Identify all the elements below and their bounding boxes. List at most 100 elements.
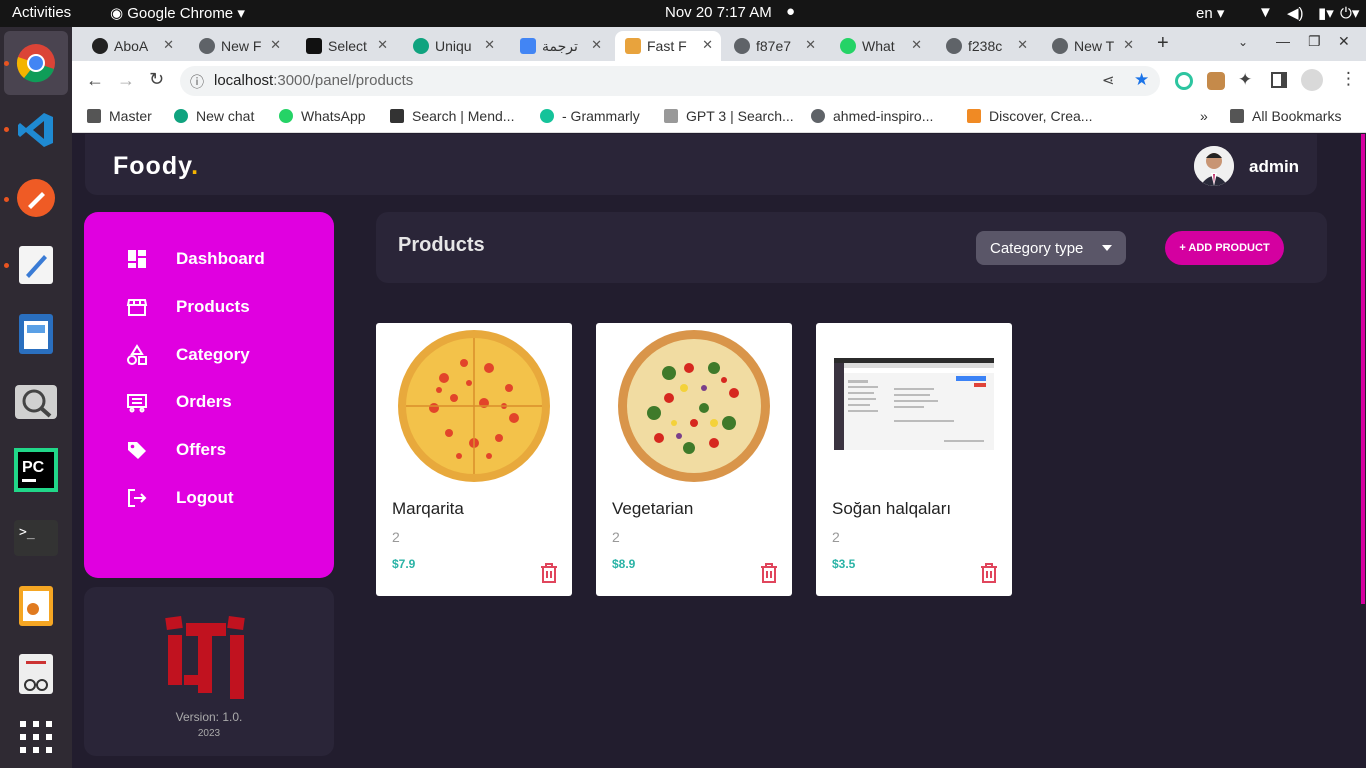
battery-icon[interactable]: ▮▾ bbox=[1318, 4, 1334, 22]
username[interactable]: admin bbox=[1249, 157, 1299, 177]
document-viewer-icon[interactable] bbox=[14, 312, 58, 356]
close-tab-icon[interactable]: ✕ bbox=[484, 37, 495, 53]
tab-search-icon[interactable]: ⌄ bbox=[1238, 35, 1248, 49]
wifi-icon[interactable]: ▼ bbox=[1258, 4, 1273, 21]
image-viewer-icon[interactable] bbox=[14, 380, 58, 424]
close-tab-icon[interactable]: ✕ bbox=[377, 37, 388, 53]
bookmark[interactable]: Search | Mend... bbox=[390, 108, 514, 124]
extensions-puzzle-icon[interactable]: ✦ bbox=[1238, 70, 1252, 90]
tab[interactable]: AboA ✕ bbox=[82, 31, 182, 61]
power-icon[interactable]: ⏻▾ bbox=[1340, 4, 1359, 22]
close-tab-icon[interactable]: ✕ bbox=[163, 37, 174, 53]
product-card[interactable]: Soğan halqaları 2 $3.5 bbox=[816, 323, 1012, 596]
running-indicator bbox=[4, 197, 9, 202]
page-scrollbar[interactable] bbox=[1360, 134, 1366, 768]
chrome-icon[interactable] bbox=[14, 41, 58, 85]
reader-icon[interactable] bbox=[14, 652, 58, 696]
tag-icon bbox=[128, 442, 146, 459]
bookmark[interactable]: ahmed-inspiro... bbox=[811, 108, 933, 124]
tab[interactable]: f238c ✕ bbox=[936, 31, 1036, 61]
sidebar-item-dashboard[interactable]: Dashboard bbox=[84, 239, 334, 279]
clock[interactable]: Nov 20 7:17 AM bbox=[665, 4, 772, 21]
forward-icon[interactable]: → bbox=[117, 70, 135, 91]
running-indicator bbox=[4, 263, 9, 268]
tab[interactable]: ترجمة ✕ bbox=[510, 31, 610, 61]
all-bookmarks[interactable]: All Bookmarks bbox=[1230, 108, 1341, 124]
extension-icon[interactable] bbox=[1175, 72, 1193, 90]
add-product-button[interactable]: + ADD PRODUCT bbox=[1165, 231, 1284, 265]
bookmark-star-icon[interactable]: ★ bbox=[1134, 70, 1149, 90]
product-card[interactable]: Vegetarian 2 $8.9 bbox=[596, 323, 792, 596]
globe-icon bbox=[811, 109, 825, 123]
profile-avatar-icon[interactable] bbox=[1301, 69, 1323, 91]
tab-active[interactable]: Fast F ✕ bbox=[615, 31, 721, 61]
version-label: Version: 1.0. bbox=[175, 710, 243, 724]
scrollbar-thumb[interactable] bbox=[1361, 134, 1365, 604]
product-quantity: 2 bbox=[612, 529, 620, 545]
close-tab-icon[interactable]: ✕ bbox=[591, 37, 602, 53]
bookmark[interactable]: New chat bbox=[174, 108, 254, 124]
product-quantity: 2 bbox=[832, 529, 840, 545]
bookmark[interactable]: GPT 3 | Search... bbox=[664, 108, 794, 124]
more-bookmarks-icon[interactable]: » bbox=[1200, 108, 1208, 124]
sidebar-item-orders[interactable]: Orders bbox=[84, 382, 334, 422]
extension-icon[interactable] bbox=[1207, 72, 1225, 90]
bookmark[interactable]: Discover, Crea... bbox=[967, 108, 1092, 124]
brand-logo[interactable]: Foody. bbox=[113, 152, 199, 181]
close-tab-icon[interactable]: ✕ bbox=[1017, 37, 1028, 53]
iti-logo bbox=[165, 615, 245, 699]
close-tab-icon[interactable]: ✕ bbox=[702, 37, 713, 53]
tab[interactable]: New F ✕ bbox=[189, 31, 289, 61]
vscode-icon[interactable] bbox=[14, 108, 58, 152]
sidebar-item-category[interactable]: Category bbox=[84, 335, 334, 375]
product-card[interactable]: Marqarita 2 $7.9 bbox=[376, 323, 572, 596]
language-indicator[interactable]: en ▾ bbox=[1196, 4, 1224, 22]
share-icon[interactable]: ⋖ bbox=[1102, 71, 1115, 89]
postman-icon[interactable] bbox=[14, 176, 58, 220]
minimize-icon[interactable]: — bbox=[1276, 33, 1290, 49]
close-tab-icon[interactable]: ✕ bbox=[270, 37, 281, 53]
show-apps-icon[interactable] bbox=[14, 715, 58, 759]
sidebar-item-offers[interactable]: Offers bbox=[84, 430, 334, 470]
activities-button[interactable]: Activities bbox=[12, 4, 71, 21]
tab[interactable]: Select ✕ bbox=[296, 31, 396, 61]
delete-icon[interactable] bbox=[980, 563, 998, 583]
app-menu[interactable]: ◉ Google Chrome ▾ bbox=[110, 4, 245, 22]
avatar[interactable] bbox=[1194, 146, 1234, 186]
maximize-icon[interactable]: ❐ bbox=[1308, 33, 1321, 50]
dock: PC >_ bbox=[0, 27, 72, 768]
reload-icon[interactable]: ↻ bbox=[149, 69, 164, 90]
sidebar-item-products[interactable]: Products bbox=[84, 287, 334, 327]
pycharm-icon[interactable]: PC bbox=[14, 448, 58, 492]
tab[interactable]: New T ✕ bbox=[1042, 31, 1142, 61]
side-panel-icon[interactable] bbox=[1271, 72, 1287, 88]
delete-icon[interactable] bbox=[540, 563, 558, 583]
new-tab-icon[interactable]: + bbox=[1157, 32, 1169, 55]
site-info-icon[interactable]: ⓘ bbox=[190, 72, 204, 92]
dashboard-icon bbox=[128, 250, 146, 268]
grammarly-icon bbox=[540, 109, 554, 123]
bookmark[interactable]: - Grammarly bbox=[540, 108, 640, 124]
tab[interactable]: What ✕ bbox=[830, 31, 930, 61]
delete-icon[interactable] bbox=[760, 563, 778, 583]
bookmark-folder[interactable]: Master bbox=[87, 108, 152, 124]
tab[interactable]: f87e7 ✕ bbox=[724, 31, 824, 61]
volume-icon[interactable]: ◀) bbox=[1287, 4, 1304, 22]
back-icon[interactable]: ← bbox=[86, 70, 104, 91]
category-type-select[interactable]: Category type bbox=[976, 231, 1126, 265]
text-editor-icon[interactable] bbox=[14, 243, 58, 287]
bookmark[interactable]: WhatsApp bbox=[279, 108, 366, 124]
address-bar[interactable]: ⓘ localhost:3000/panel/products ⋖ ★ bbox=[180, 66, 1160, 96]
close-tab-icon[interactable]: ✕ bbox=[911, 37, 922, 53]
close-window-icon[interactable]: ✕ bbox=[1338, 33, 1350, 50]
close-tab-icon[interactable]: ✕ bbox=[805, 37, 816, 53]
tab[interactable]: Uniqu ✕ bbox=[403, 31, 503, 61]
close-tab-icon[interactable]: ✕ bbox=[1123, 37, 1134, 53]
products-toolbar: Products Category type + ADD PRODUCT bbox=[376, 212, 1327, 283]
presentation-icon[interactable] bbox=[14, 584, 58, 628]
sidebar-item-logout[interactable]: Logout bbox=[84, 478, 334, 518]
product-name: Soğan halqaları bbox=[832, 499, 952, 518]
terminal-icon[interactable]: >_ bbox=[14, 516, 58, 560]
menu-kebab-icon[interactable]: ⋮ bbox=[1340, 69, 1357, 89]
product-price: $8.9 bbox=[612, 557, 636, 571]
